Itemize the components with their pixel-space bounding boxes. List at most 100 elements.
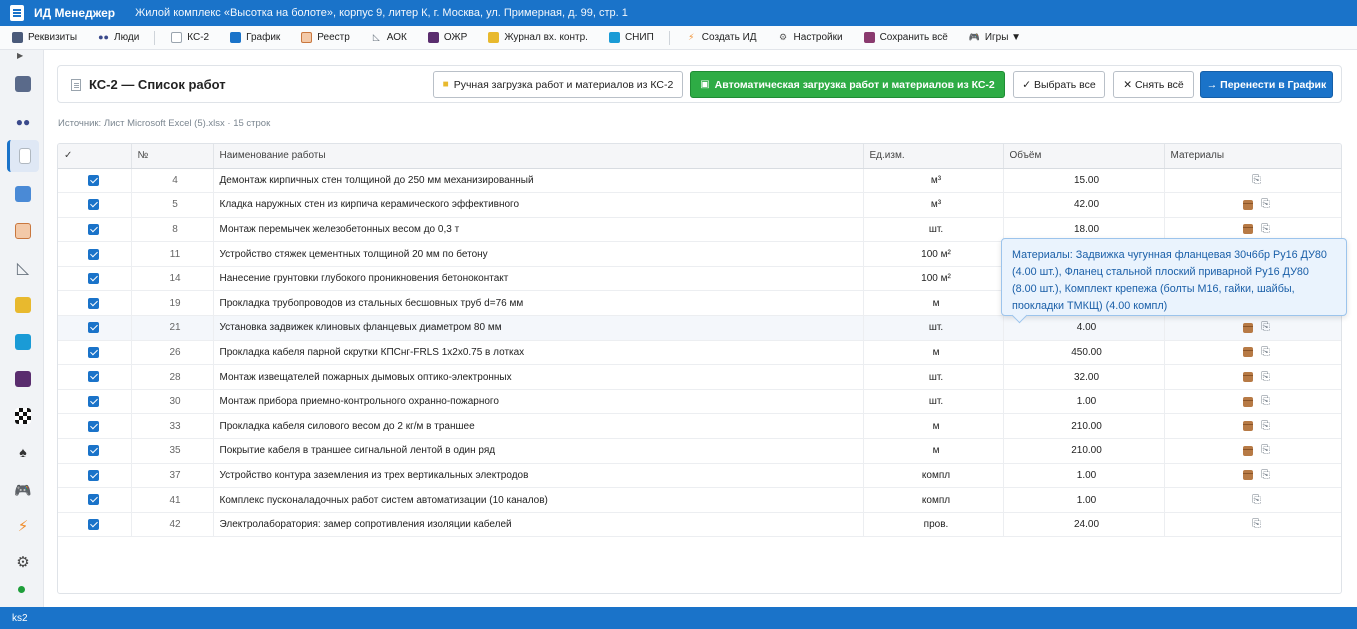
attach-materials-icon[interactable]: ⎘ [1261, 346, 1270, 359]
materials-box-icon[interactable] [1243, 224, 1254, 235]
sidebar-item-games[interactable]: 🎮 [7, 474, 39, 506]
row-checkbox[interactable] [88, 469, 99, 481]
column-header-volume[interactable]: Объём [1003, 144, 1165, 169]
column-header-check[interactable]: ✓ [58, 144, 132, 169]
materials-box-icon[interactable] [1243, 322, 1254, 333]
table-row[interactable]: 28 Монтаж извещателей пожарных дымовых оп… [58, 364, 1341, 390]
menu-item-label: Журнал вх. контр. [504, 32, 588, 43]
materials-box-icon[interactable] [1243, 347, 1254, 358]
row-checkbox[interactable] [88, 199, 99, 211]
menu-item-save-all[interactable]: Сохранить всё [863, 32, 948, 43]
sidebar-item-aok[interactable]: ◺ [7, 252, 39, 284]
menu-item-settings[interactable]: ⚙ Настройки [778, 32, 843, 43]
materials-box-icon[interactable] [1243, 470, 1254, 481]
menu-item-rekvizity[interactable]: Реквизиты [12, 32, 77, 43]
row-checkbox[interactable] [88, 445, 99, 457]
attach-materials-icon[interactable]: ⎘ [1261, 444, 1270, 457]
attach-materials-icon[interactable]: ⎘ [1261, 371, 1270, 384]
row-checkbox[interactable] [88, 322, 99, 334]
sidebar-item-create-id[interactable]: ⚡ [7, 510, 39, 542]
sidebar-item-journal[interactable] [7, 289, 39, 321]
table-row[interactable]: 26 Прокладка кабеля парной скрутки КПСнг-… [58, 340, 1341, 366]
menu-item-snip[interactable]: СНИП [608, 32, 654, 43]
materials-box-icon[interactable] [1243, 199, 1254, 210]
attach-materials-icon[interactable]: ⎘ [1261, 395, 1270, 408]
attach-materials-icon[interactable]: ⎘ [1261, 321, 1270, 334]
sidebar-item-people[interactable]: ●● [7, 106, 39, 138]
attach-materials-icon[interactable]: ⎘ [1252, 518, 1261, 531]
row-checkbox[interactable] [88, 519, 99, 531]
materials-box-icon[interactable] [1243, 372, 1254, 383]
menu-item-schedule[interactable]: График [230, 32, 280, 43]
sidebar-item-ozhr[interactable] [7, 363, 39, 395]
attach-materials-icon[interactable]: ⎘ [1252, 174, 1261, 187]
row-checkbox[interactable] [88, 223, 99, 235]
attach-materials-icon[interactable]: ⎘ [1252, 494, 1261, 507]
table-row[interactable]: 41 Комплекс пусконаладочных работ систем … [58, 487, 1341, 513]
menu-item-registry[interactable]: Реестр [301, 32, 350, 43]
transfer-to-schedule-button[interactable]: → Перенести в График [1200, 71, 1333, 98]
menu-item-people[interactable]: ●● Люди [98, 32, 139, 43]
attach-materials-icon[interactable]: ⎘ [1261, 469, 1270, 482]
menu-item-ozhr[interactable]: ОЖР [427, 32, 467, 43]
table-row[interactable]: 4 Демонтаж кирпичных стен толщиной до 250… [58, 168, 1341, 194]
sidebar-item-rekvizity[interactable] [7, 68, 39, 100]
sidebar-item-ks2[interactable] [7, 140, 39, 172]
select-all-button[interactable]: ✓ Выбрать все [1013, 71, 1105, 98]
sidebar-collapse-icon[interactable]: ▶ [17, 51, 23, 60]
row-checkbox[interactable] [88, 346, 99, 358]
clear-all-button[interactable]: ✕ Снять всё [1113, 71, 1194, 98]
sidebar-item-schedule[interactable] [7, 178, 39, 210]
row-checkbox[interactable] [88, 396, 99, 408]
sidebar-item-checkers[interactable] [7, 400, 39, 432]
attach-materials-icon[interactable]: ⎘ [1261, 223, 1270, 236]
row-checkbox[interactable] [88, 420, 99, 432]
row-checkbox[interactable] [88, 494, 99, 506]
row-checkbox[interactable] [88, 174, 99, 186]
menu-item-aok[interactable]: ◺ АОК [371, 32, 407, 43]
menu-item-games[interactable]: 🎮 Игры ▼ [969, 32, 1021, 43]
menu-item-label: АОК [386, 32, 407, 43]
sidebar-item-registry[interactable] [7, 215, 39, 247]
row-checkbox[interactable] [88, 371, 99, 383]
table-row[interactable]: 35 Покрытие кабеля в траншее сигнальной л… [58, 438, 1341, 464]
title-bar: ИД Менеджер Жилой комплекс «Высотка на б… [0, 0, 1357, 26]
table-row[interactable]: 33 Прокладка кабеля силового весом до 2 к… [58, 413, 1341, 440]
menu-item-create-id[interactable]: ⚡ Создать ИД [686, 32, 756, 43]
row-volume: 450.00 [1003, 340, 1165, 366]
row-work-name: Демонтаж кирпичных стен толщиной до 250 … [213, 168, 864, 194]
row-checkbox[interactable] [88, 248, 99, 260]
row-number: 33 [131, 413, 214, 440]
row-unit: м³ [863, 168, 1004, 194]
menu-item-label: СНИП [624, 32, 654, 43]
table-row[interactable]: 42 Электролаборатория: замер сопротивлени… [58, 512, 1341, 538]
attach-materials-icon[interactable]: ⎘ [1261, 420, 1270, 433]
materials-box-icon[interactable] [1243, 445, 1254, 456]
column-header-name[interactable]: Наименование работы [213, 144, 864, 169]
row-number: 21 [131, 315, 214, 341]
materials-box-icon[interactable] [1243, 421, 1254, 432]
materials-box-icon[interactable] [1243, 396, 1254, 407]
sidebar-item-settings[interactable]: ⚙ [7, 546, 39, 578]
table-row[interactable]: 37 Устройство контура заземления из трех … [58, 463, 1341, 489]
table-row[interactable]: 21 Установка задвижек клиновых фланцевых … [58, 315, 1341, 341]
row-checkbox-cell [58, 487, 132, 513]
sidebar-item-cards[interactable]: ♠ [7, 436, 39, 468]
menu-item-ks2[interactable]: КС-2 [171, 32, 209, 43]
row-number: 37 [131, 463, 214, 489]
spade-icon: ♠ [19, 444, 27, 460]
table-row[interactable]: 30 Монтаж прибора приемно-контрольного ох… [58, 389, 1341, 415]
column-header-num[interactable]: № [131, 144, 214, 169]
row-checkbox[interactable] [88, 273, 99, 285]
sidebar-item-snip[interactable] [7, 326, 39, 358]
row-checkbox[interactable] [88, 297, 99, 309]
column-header-unit[interactable]: Ед.изм. [863, 144, 1004, 169]
column-header-materials[interactable]: Материалы [1164, 144, 1341, 169]
table-row[interactable]: 5 Кладка наружных стен из кирпича керамич… [58, 192, 1341, 218]
manual-load-button[interactable]: ■ Ручная загрузка работ и материалов из … [433, 71, 683, 98]
row-work-name: Монтаж перемычек железобетонных весом до… [213, 217, 864, 243]
auto-load-button[interactable]: ▣ Автоматическая загрузка работ и матери… [690, 71, 1005, 98]
works-table-container: ✓ № Наименование работы Ед.изм. Объём Ма… [57, 143, 1342, 594]
menu-item-journal[interactable]: Журнал вх. контр. [488, 32, 588, 43]
attach-materials-icon[interactable]: ⎘ [1261, 198, 1270, 211]
